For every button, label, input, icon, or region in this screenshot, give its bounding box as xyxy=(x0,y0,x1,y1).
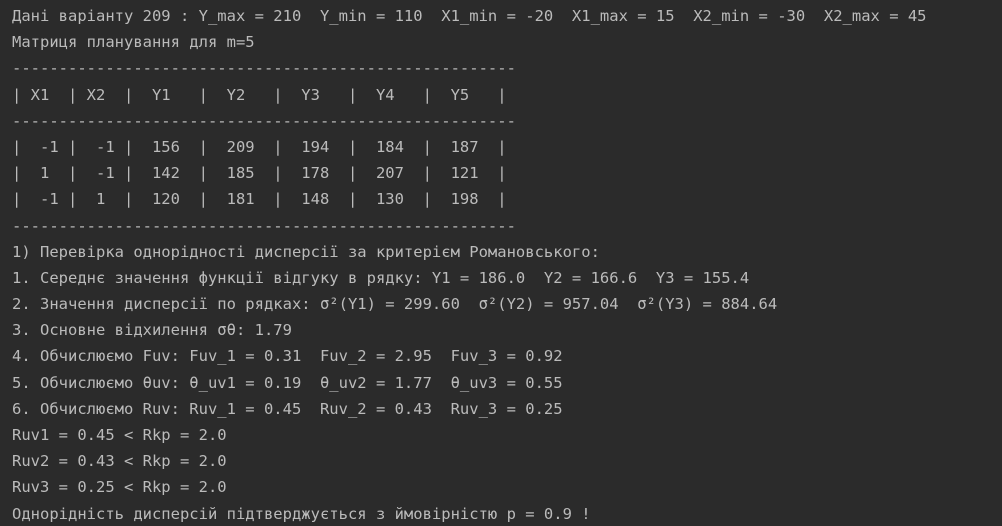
result-line: 1. Середнє значення функції відгуку в ря… xyxy=(12,268,750,287)
comparison-line: Ruv3 = 0.25 < Rkp = 2.0 xyxy=(12,478,227,497)
table-row: | -1 | 1 | 120 | 181 | 148 | 130 | 198 | xyxy=(12,190,507,209)
result-line: 5. Обчислюємо θuv: θ_uv1 = 0.19 θ_uv2 = … xyxy=(12,373,563,392)
result-line: 3. Основне відхилення σθ: 1.79 xyxy=(12,321,292,340)
table-header-row: | X1 | X2 | Y1 | Y2 | Y3 | Y4 | Y5 | xyxy=(12,85,507,104)
result-line: 6. Обчислюємо Ruv: Ruv_1 = 0.45 Ruv_2 = … xyxy=(12,399,563,418)
result-line: 2. Значення дисперсії по рядках: σ²(Y1) … xyxy=(12,295,778,314)
table-divider: ----------------------------------------… xyxy=(12,111,516,130)
table-row: | 1 | -1 | 142 | 185 | 178 | 207 | 121 | xyxy=(12,164,507,183)
table-divider: ----------------------------------------… xyxy=(12,59,516,78)
conclusion-line: Однорідність дисперсій підтверджується з… xyxy=(12,504,591,523)
console-output[interactable]: Дані варіанту 209 : Y_max = 210 Y_min = … xyxy=(0,0,1002,526)
comparison-line: Ruv1 = 0.45 < Rkp = 2.0 xyxy=(12,426,227,444)
variant-data-line: Дані варіанту 209 : Y_max = 210 Y_min = … xyxy=(12,7,927,25)
table-divider: ----------------------------------------… xyxy=(12,216,516,235)
comparison-line: Ruv2 = 0.43 < Rkp = 2.0 xyxy=(12,452,227,471)
planning-matrix-title: Матриця планування для m=5 xyxy=(12,33,255,52)
result-line: 4. Обчислюємо Fuv: Fuv_1 = 0.31 Fuv_2 = … xyxy=(12,347,563,366)
section-heading: 1) Перевірка однорідності дисперсії за к… xyxy=(12,242,600,261)
table-row: | -1 | -1 | 156 | 209 | 194 | 184 | 187 … xyxy=(12,137,507,156)
